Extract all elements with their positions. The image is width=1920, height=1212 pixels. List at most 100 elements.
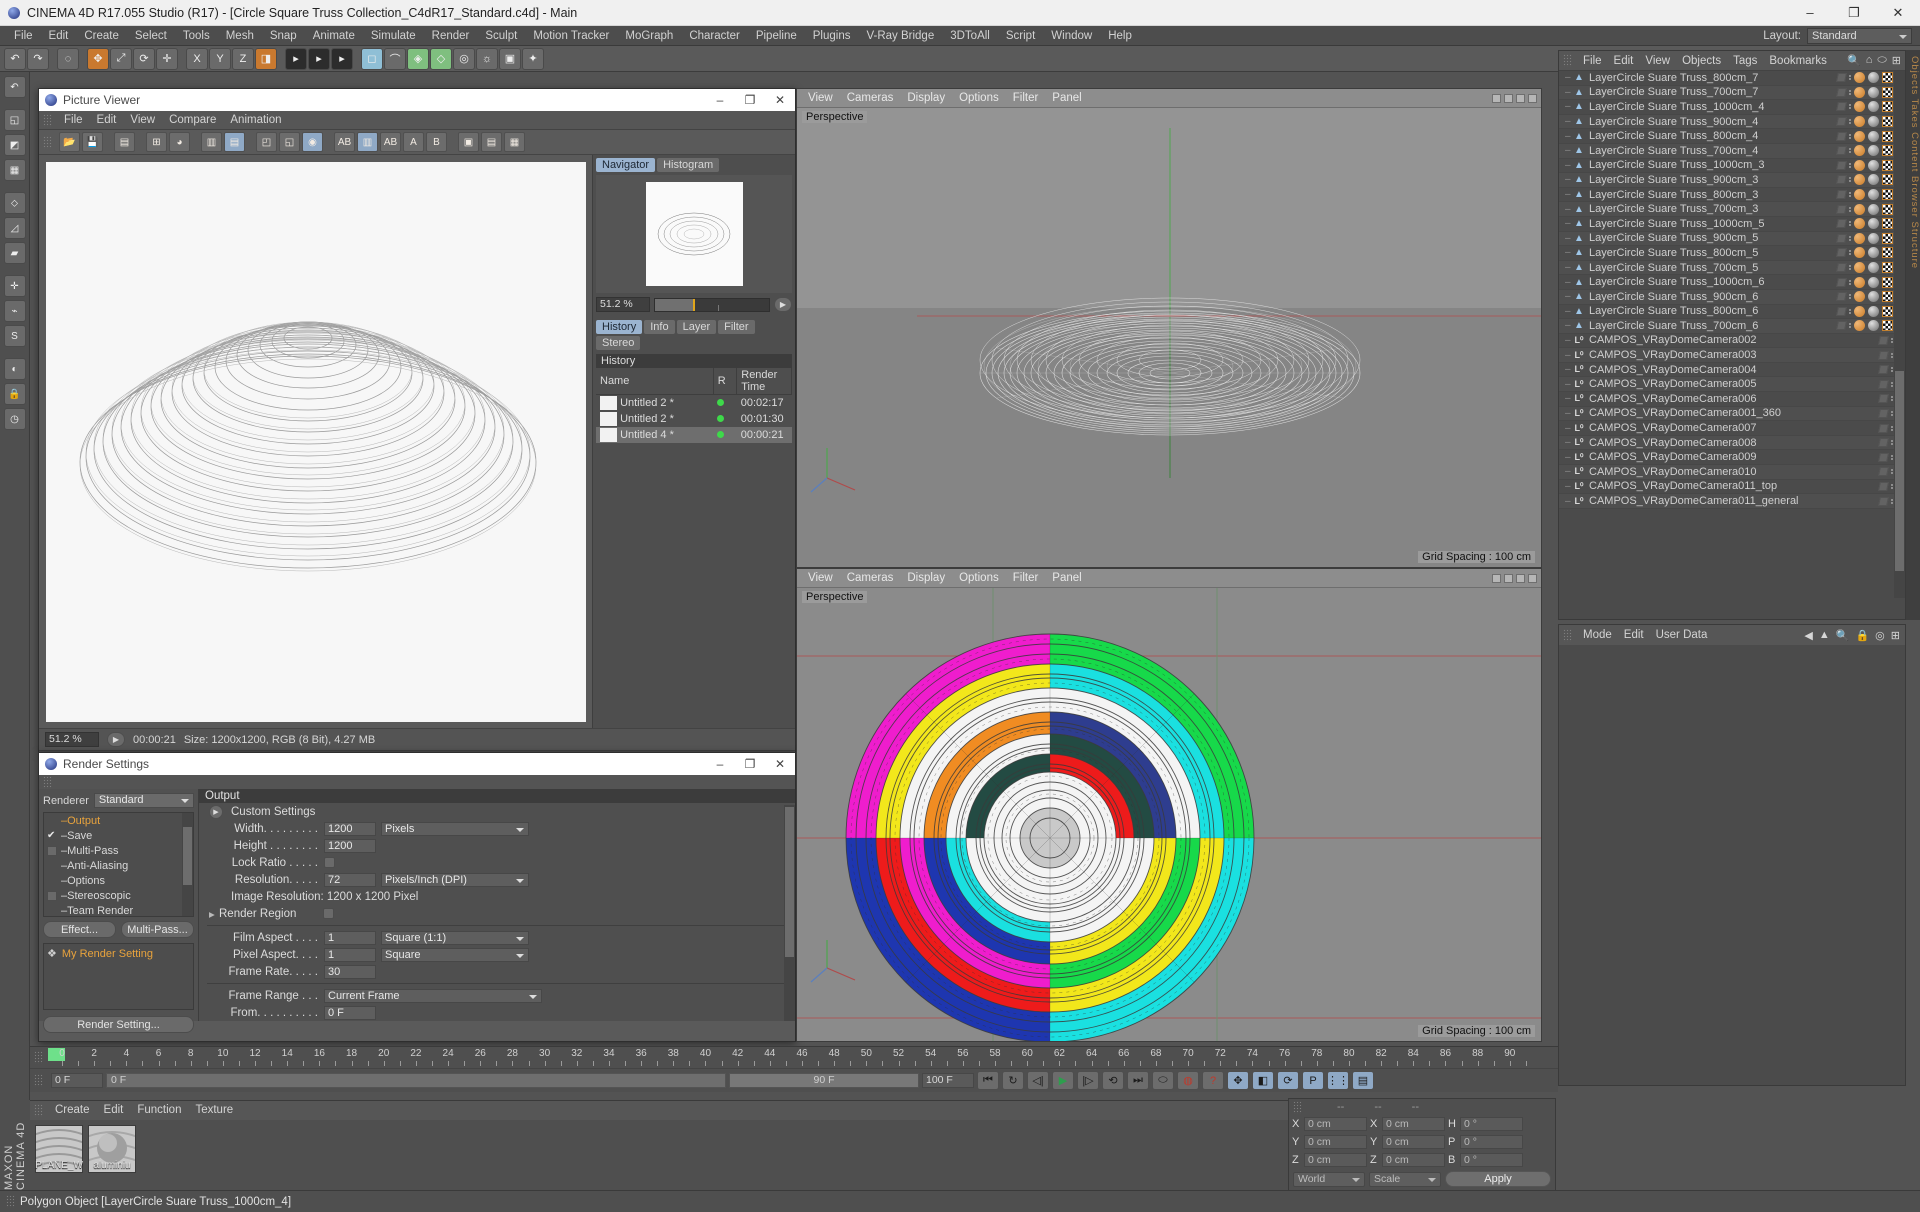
pv-menu-edit[interactable]: Edit	[90, 111, 124, 130]
pv-menu-view[interactable]: View	[123, 111, 162, 130]
texture-tag-icon[interactable]	[1882, 204, 1893, 215]
width-unit-dropdown[interactable]: Pixels	[381, 822, 529, 836]
history-col-r[interactable]: R	[713, 368, 736, 395]
pv-menu-animation[interactable]: Animation	[223, 111, 288, 130]
film-aspect-preset-dropdown[interactable]: Square (1:1)	[381, 931, 529, 945]
visibility-toggle-icon[interactable]	[1836, 219, 1847, 228]
menu-simulate[interactable]: Simulate	[363, 26, 424, 46]
vt-split-icon[interactable]	[1504, 94, 1513, 103]
environment-icon[interactable]: ☼	[476, 48, 498, 70]
am-search-icon[interactable]: 🔍	[1836, 629, 1850, 642]
render-region-icon[interactable]: ▸	[308, 48, 330, 70]
apply-button[interactable]: Apply	[1445, 1171, 1551, 1187]
timeline-range-bar[interactable]: 0 F	[106, 1073, 726, 1088]
picture-viewer-canvas[interactable]	[39, 155, 592, 728]
snap-mode-icon[interactable]: ⌁	[4, 300, 26, 322]
texture-tag-icon[interactable]	[1882, 218, 1893, 229]
viewport-perspective-top[interactable]: View Cameras Display Options Filter Pane…	[796, 88, 1542, 568]
effect-button[interactable]: Effect...	[43, 921, 116, 938]
object-row[interactable]: –▲LayerCircle Suare Truss_700cm_6	[1559, 319, 1905, 334]
spline-icon[interactable]: ⌒	[384, 48, 406, 70]
select-live-icon[interactable]: ◌	[57, 48, 79, 70]
light-icon[interactable]: ✦	[522, 48, 544, 70]
layout-split-icon[interactable]: ▤	[481, 132, 502, 152]
visibility-toggle-icon[interactable]	[1878, 482, 1889, 491]
scale-icon[interactable]: ⤢	[110, 48, 132, 70]
layout-single-icon[interactable]: ▣	[458, 132, 479, 152]
visibility-dots-icon[interactable]	[1849, 280, 1851, 285]
rs-check-output[interactable]	[47, 816, 57, 826]
compare-ab-icon[interactable]: AB	[334, 132, 355, 152]
mm-menu-texture[interactable]: Texture	[188, 1101, 240, 1120]
cm-size-x-input[interactable]: 0 cm	[1382, 1117, 1445, 1131]
move-icon[interactable]: ✥	[87, 48, 109, 70]
visibility-toggle-icon[interactable]	[1878, 365, 1889, 374]
rs-check-teamrender[interactable]	[47, 906, 57, 916]
pv-grip-icon[interactable]	[43, 114, 52, 127]
visibility-dots-icon[interactable]	[1849, 323, 1851, 328]
texture-tag-icon[interactable]	[1882, 145, 1893, 156]
visibility-toggle-icon[interactable]	[1836, 146, 1847, 155]
visibility-dots-icon[interactable]	[1849, 236, 1851, 241]
object-row[interactable]: –L⁰CAMPOS_VRayDomeCamera009	[1559, 450, 1905, 465]
renderer-dropdown[interactable]: Standard	[94, 793, 194, 808]
am-back-icon[interactable]: ◀	[1804, 629, 1812, 642]
lock-icon[interactable]: 🔒	[4, 383, 26, 405]
rs-maximize-button[interactable]: ❐	[735, 753, 765, 775]
timeline-ruler[interactable]: 0246810121416182022242628303234363840424…	[30, 1046, 1558, 1068]
texture-tag-icon[interactable]	[1882, 291, 1893, 302]
object-row[interactable]: –▲LayerCircle Suare Truss_800cm_7	[1559, 71, 1905, 86]
visibility-dots-icon[interactable]	[1849, 177, 1851, 182]
visibility-toggle-icon[interactable]	[1836, 88, 1847, 97]
visibility-dots-icon[interactable]	[1891, 469, 1893, 474]
texture-tag-icon[interactable]	[1882, 72, 1893, 83]
visibility-toggle-icon[interactable]	[1878, 497, 1889, 506]
axis-mode-icon[interactable]: ✛	[4, 275, 26, 297]
anim-layer-icon[interactable]: ◷	[4, 408, 26, 430]
rs-grip-icon[interactable]	[43, 776, 52, 789]
texture-mode-icon[interactable]: ▦	[4, 159, 26, 181]
visibility-toggle-icon[interactable]	[1836, 234, 1847, 243]
material-tag-icon[interactable]	[1868, 189, 1879, 200]
visibility-dots-icon[interactable]	[1891, 426, 1893, 431]
visibility-toggle-icon[interactable]	[1836, 321, 1847, 330]
menu-mesh[interactable]: Mesh	[218, 26, 262, 46]
visibility-dots-icon[interactable]	[1849, 294, 1851, 299]
navigator-preview[interactable]	[596, 175, 792, 293]
object-row[interactable]: –▲LayerCircle Suare Truss_700cm_4	[1559, 144, 1905, 159]
visibility-toggle-icon[interactable]	[1836, 190, 1847, 199]
navigator-play-button[interactable]: ▶	[774, 297, 792, 312]
render-setting-button[interactable]: Render Setting...	[43, 1016, 194, 1033]
object-row[interactable]: –▲LayerCircle Suare Truss_700cm_3	[1559, 202, 1905, 217]
texture-tag-icon[interactable]	[1882, 87, 1893, 98]
visibility-dots-icon[interactable]	[1849, 75, 1851, 80]
object-row[interactable]: –L⁰CAMPOS_VRayDomeCamera011_general	[1559, 494, 1905, 509]
object-row[interactable]: –L⁰CAMPOS_VRayDomeCamera004	[1559, 363, 1905, 378]
material-tag-icon[interactable]	[1868, 116, 1879, 127]
material-tag-icon[interactable]	[1868, 174, 1879, 185]
visibility-dots-icon[interactable]	[1849, 148, 1851, 153]
om-menu-tags[interactable]: Tags	[1727, 51, 1763, 71]
key-rotation-button[interactable]: ⟳	[1277, 1071, 1299, 1090]
material-tag-icon[interactable]	[1868, 262, 1879, 273]
menu-motion-tracker[interactable]: Motion Tracker	[525, 26, 617, 46]
om-add-icon[interactable]: ⊞	[1892, 54, 1901, 67]
menu-create[interactable]: Create	[76, 26, 127, 46]
rs-check-stereoscopic[interactable]	[47, 891, 57, 901]
navigator-thumbnail[interactable]	[646, 182, 743, 286]
point-mode-icon[interactable]: ⬦	[4, 192, 26, 214]
visibility-toggle-icon[interactable]	[1878, 409, 1889, 418]
rs-close-button[interactable]: ✕	[765, 753, 795, 775]
loop-button[interactable]: ⟲	[1102, 1071, 1124, 1090]
texture-tag-icon[interactable]	[1882, 189, 1893, 200]
redo-icon[interactable]: ↷	[27, 48, 49, 70]
mm-grip-icon[interactable]	[34, 1104, 43, 1117]
go-to-end-button[interactable]: ⏭	[1127, 1071, 1149, 1090]
rs-tree-save[interactable]: ✔–Save	[44, 828, 193, 843]
object-row[interactable]: –▲LayerCircle Suare Truss_900cm_6	[1559, 290, 1905, 305]
render-view-icon[interactable]: ▸	[285, 48, 307, 70]
material-tag-icon[interactable]	[1868, 87, 1879, 98]
visibility-toggle-icon[interactable]	[1878, 424, 1889, 433]
output-panel-scrollbar[interactable]	[784, 805, 795, 1021]
visibility-toggle-icon[interactable]	[1836, 248, 1847, 257]
